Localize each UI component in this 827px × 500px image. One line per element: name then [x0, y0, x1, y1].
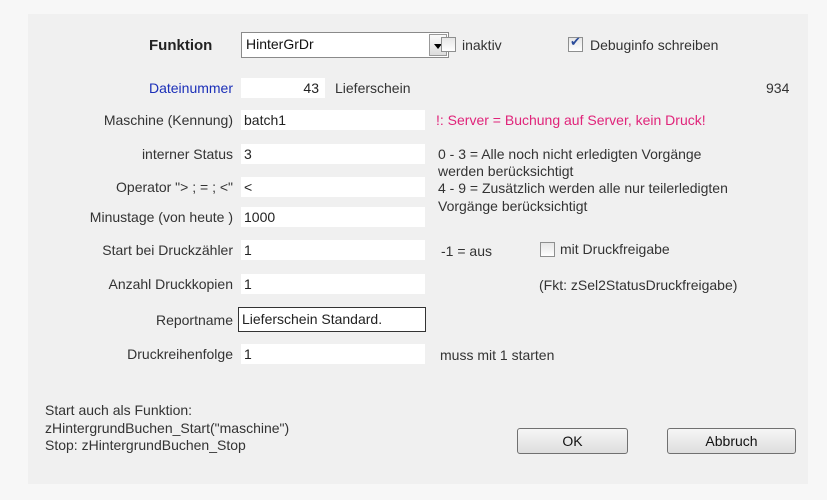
- reportname-label: Reportname: [155, 312, 233, 328]
- aus-hint: -1 = aus: [441, 243, 492, 259]
- dateiname-text: Lieferschein: [335, 80, 411, 96]
- dateinummer-field[interactable]: 43: [241, 78, 325, 98]
- druckzaehler-field[interactable]: 1: [241, 240, 425, 260]
- reihenfolge-hint: muss mit 1 starten: [440, 347, 555, 363]
- footer-line1: Start auch als Funktion:: [45, 402, 193, 418]
- status-hint-line2: werden berücksichtigt: [438, 163, 574, 179]
- maschine-field[interactable]: batch1: [241, 110, 425, 130]
- datensatz-count: 934: [766, 80, 790, 96]
- footer-line2: zHintergrundBuchen_Start("maschine"): [45, 420, 290, 436]
- druckzaehler-label: Start bei Druckzähler: [102, 242, 233, 258]
- druckfreigabe-checkbox[interactable]: [540, 242, 555, 257]
- server-warning: !: Server = Buchung auf Server, kein Dru…: [436, 112, 706, 128]
- reportname-field[interactable]: Lieferschein Standard.: [238, 307, 426, 332]
- maschine-label: Maschine (Kennung): [103, 112, 233, 128]
- reihenfolge-field[interactable]: 1: [241, 344, 425, 364]
- funktion-label: Funktion: [149, 37, 213, 54]
- operator-field[interactable]: <: [241, 177, 425, 197]
- kopien-field[interactable]: 1: [241, 274, 425, 294]
- reihenfolge-label: Druckreihenfolge: [127, 346, 233, 362]
- operator-label: Operator "> ; = ; <": [116, 179, 233, 195]
- dialog: Funktion HinterGrDr inaktiv Debuginfo sc…: [28, 14, 808, 484]
- debuginfo-checkbox[interactable]: [568, 35, 583, 52]
- status-hint-line4: Vorgänge berücksichtigt: [438, 198, 588, 214]
- fkt-hint: (Fkt: zSel2StatusDruckfreigabe): [539, 277, 738, 293]
- inaktiv-label: inaktiv: [462, 37, 502, 53]
- status-hint-line3: 4 - 9 = Zusätzlich werden alle nur teile…: [438, 180, 728, 196]
- dateinummer-label: Dateinummer: [148, 80, 233, 96]
- druckfreigabe-label: mit Druckfreigabe: [560, 241, 670, 257]
- status-label: interner Status: [141, 146, 233, 162]
- minustage-label: Minustage (von heute ): [89, 209, 233, 225]
- footer-line3: Stop: zHintergrundBuchen_Stop: [45, 437, 246, 453]
- debuginfo-label: Debuginfo schreiben: [590, 37, 719, 53]
- kopien-label: Anzahl Druckkopien: [108, 276, 233, 292]
- funktion-combobox[interactable]: HinterGrDr: [241, 32, 449, 58]
- status-hint-line1: 0 - 3 = Alle noch nicht erledigten Vorgä…: [438, 146, 702, 162]
- minustage-field[interactable]: 1000: [241, 207, 425, 227]
- ok-button[interactable]: OK: [517, 428, 628, 454]
- abbruch-button[interactable]: Abbruch: [667, 428, 796, 454]
- inaktiv-checkbox[interactable]: [441, 37, 456, 52]
- funktion-value: HinterGrDr: [246, 36, 314, 52]
- status-field[interactable]: 3: [241, 144, 425, 164]
